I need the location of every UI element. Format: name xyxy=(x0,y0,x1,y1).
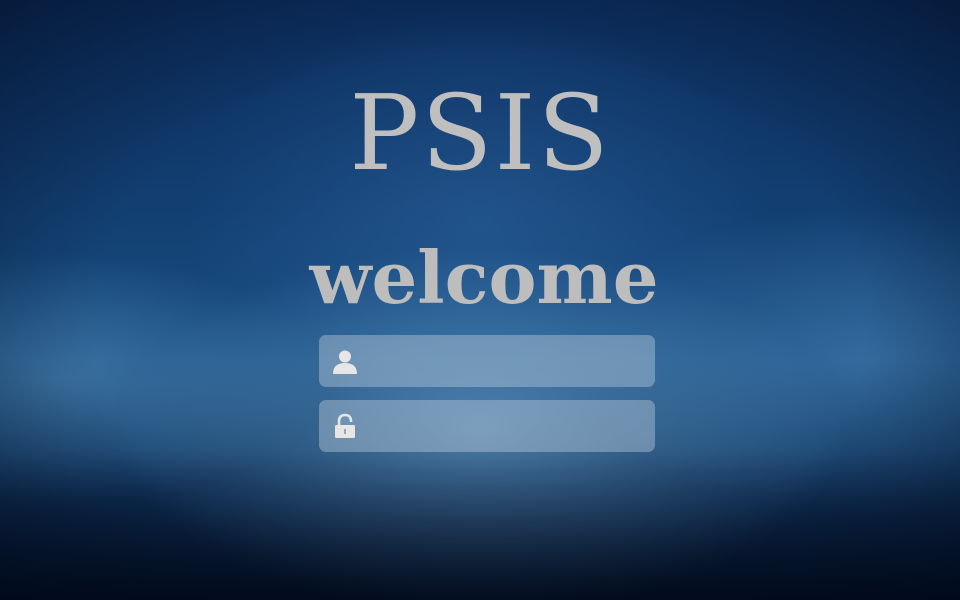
app-logo: PSIS xyxy=(349,72,611,194)
password-field[interactable] xyxy=(319,400,655,452)
welcome-heading: welcome xyxy=(309,235,659,320)
username-field[interactable] xyxy=(319,335,655,387)
username-input[interactable] xyxy=(371,335,647,387)
lock-icon xyxy=(331,412,359,440)
user-icon xyxy=(331,347,359,375)
password-input[interactable] xyxy=(371,400,647,452)
